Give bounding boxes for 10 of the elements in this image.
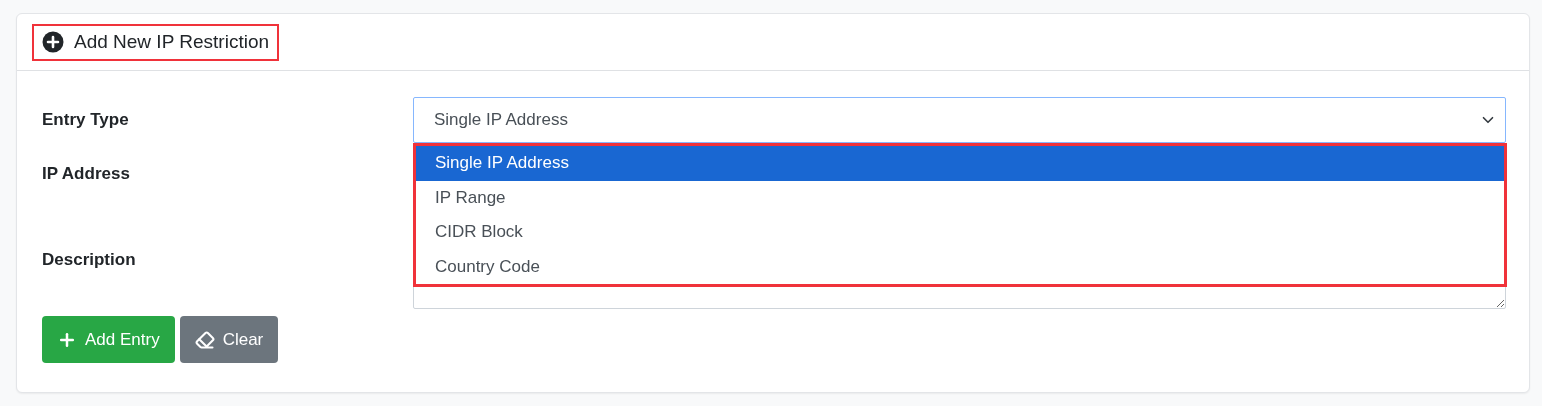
entry-type-select[interactable]: Single IP Address xyxy=(413,97,1506,143)
clear-button[interactable]: Clear xyxy=(179,316,279,363)
field-label: IP Address xyxy=(42,164,131,184)
field-label: Description xyxy=(42,250,137,270)
field-label: Entry Type xyxy=(42,110,130,130)
title-text: Add New IP Restriction xyxy=(74,31,269,53)
plus-circle-icon xyxy=(42,31,64,53)
select-value: Single IP Address xyxy=(434,110,568,130)
eraser-icon xyxy=(194,329,215,350)
dropdown-option[interactable]: Single IP Address xyxy=(416,146,1504,181)
